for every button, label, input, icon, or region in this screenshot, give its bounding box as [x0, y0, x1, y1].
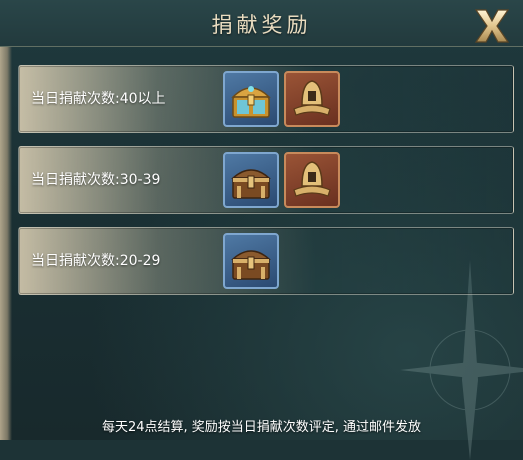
reward-items — [223, 233, 279, 289]
reward-item-slot[interactable] — [223, 71, 279, 127]
tier-label: 当日捐献次数:20-29 — [31, 253, 161, 269]
bronze-treasure-chest-icon — [231, 250, 271, 280]
close-button[interactable] — [467, 4, 517, 48]
bronze-treasure-chest-icon — [231, 169, 271, 199]
dialog-title: 捐献奖励 — [211, 13, 312, 37]
left-map-edge — [0, 0, 12, 440]
dialog-header: 捐献奖励 — [0, 0, 523, 47]
tier-label: 当日捐献次数:30-39 — [31, 172, 161, 188]
reward-item-slot[interactable] — [223, 233, 279, 289]
reward-tier-row: 当日捐献次数:30-39 — [18, 146, 514, 214]
reward-items — [223, 152, 340, 208]
reward-tier-row: 当日捐献次数:20-29 — [18, 227, 514, 295]
reward-item-slot[interactable] — [223, 152, 279, 208]
settlement-note: 每天24点结算, 奖励按当日捐献次数评定, 通过邮件发放 — [101, 420, 422, 435]
golden-helmet-icon — [293, 161, 331, 197]
reward-item-slot[interactable] — [284, 71, 340, 127]
reward-item-slot[interactable] — [284, 152, 340, 208]
reward-tier-row: 当日捐献次数:40以上 — [18, 65, 514, 133]
close-icon — [474, 9, 510, 43]
reward-items — [223, 71, 340, 127]
jeweled-treasure-chest-icon — [231, 86, 271, 118]
tier-label: 当日捐献次数:40以上 — [31, 91, 166, 107]
golden-helmet-icon — [293, 80, 331, 116]
